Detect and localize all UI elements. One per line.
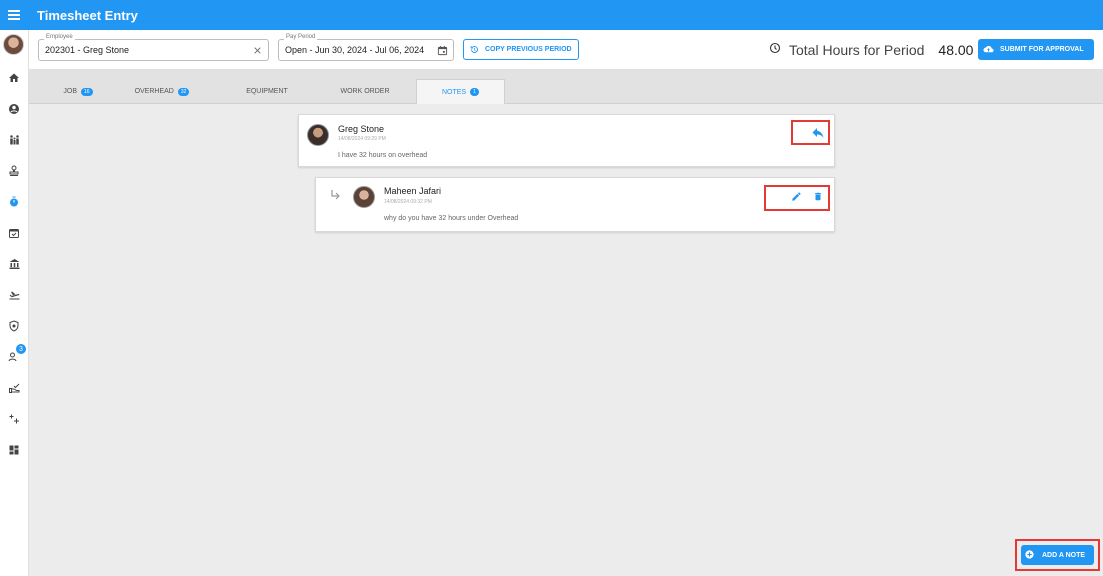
reply-author: Maheen Jafari — [384, 186, 442, 196]
menu-icon[interactable] — [0, 0, 28, 30]
note-timestamp: 14/08/2024 09:29 PM — [338, 136, 386, 142]
shield-icon[interactable] — [4, 316, 24, 336]
note-card: Greg Stone 14/08/2024 09:29 PM I have 32… — [298, 114, 835, 167]
tab-work-order[interactable]: WORK ORDER — [325, 79, 405, 104]
tab-bar: JOB 16 OVERHEAD 32 EQUIPMENT WORK ORDER … — [29, 70, 1103, 104]
clock-icon — [769, 41, 781, 59]
pay-period-field[interactable]: Pay Period Open - Jun 30, 2024 - Jul 06,… — [278, 34, 454, 61]
stamp-icon[interactable] — [4, 161, 24, 181]
avatar — [353, 186, 375, 208]
edit-icon[interactable] — [789, 189, 803, 203]
clear-icon[interactable] — [251, 44, 263, 56]
tab-equipment-label: EQUIPMENT — [246, 88, 288, 95]
tab-notes-label: NOTES — [441, 88, 467, 96]
tab-notes-badge: 1 — [470, 88, 480, 96]
calendar-check-icon[interactable] — [4, 223, 24, 243]
tab-job[interactable]: JOB 16 — [43, 79, 113, 104]
add-note-label: ADD A NOTE — [1042, 551, 1086, 559]
reply-icon[interactable] — [811, 126, 825, 140]
tab-notes[interactable]: NOTES 1 — [416, 79, 505, 104]
pay-period-field-value: Open - Jun 30, 2024 - Jul 06, 2024 — [285, 45, 425, 55]
home-icon[interactable] — [4, 68, 24, 88]
history-icon — [470, 41, 479, 59]
note-text: I have 32 hours on overhead — [338, 152, 428, 159]
copy-previous-period-label: COPY PREVIOUS PERIOD — [485, 46, 572, 53]
user-avatar[interactable] — [3, 34, 24, 55]
sidebar: 3 — [0, 30, 29, 576]
dashboard-icon[interactable] — [4, 440, 24, 460]
app-header: Timesheet Entry — [0, 0, 1103, 30]
bank-icon[interactable] — [4, 254, 24, 274]
delete-icon[interactable] — [811, 189, 825, 203]
tab-work-order-label: WORK ORDER — [340, 88, 390, 95]
avatar — [307, 124, 329, 146]
submit-for-approval-label: SUBMIT FOR APPROVAL — [1000, 46, 1084, 53]
sparkle-icon[interactable] — [4, 409, 24, 429]
reply-card: Maheen Jafari 14/08/2024 09:32 PM why do… — [315, 177, 835, 232]
total-hours-value: 48.00 — [938, 41, 974, 58]
tab-overhead-badge: 32 — [177, 87, 190, 96]
flight-takeoff-icon[interactable] — [4, 285, 24, 305]
main-content: JOB 16 OVERHEAD 32 EQUIPMENT WORK ORDER … — [29, 70, 1103, 576]
tab-overhead[interactable]: OVERHEAD 32 — [127, 79, 197, 104]
reply-text: why do you have 32 hours under Overhead — [384, 215, 519, 222]
stopwatch-icon[interactable] — [4, 192, 24, 212]
tab-equipment[interactable]: EQUIPMENT — [227, 79, 307, 104]
employee-field-value: 202301 - Greg Stone — [45, 45, 130, 55]
group-notification-icon[interactable]: 3 — [4, 344, 26, 367]
add-circle-icon — [1025, 546, 1034, 564]
pay-period-field-label: Pay Period — [284, 34, 318, 40]
notification-badge: 3 — [16, 344, 26, 354]
total-hours-label: Total Hours for Period — [789, 41, 925, 58]
reply-indent-icon — [330, 190, 340, 204]
add-note-button[interactable]: ADD A NOTE — [1021, 545, 1094, 565]
tab-job-label: JOB — [63, 88, 78, 95]
note-author: Greg Stone — [338, 124, 385, 134]
cloud-upload-icon — [983, 41, 994, 59]
account-circle-icon[interactable] — [4, 99, 24, 119]
people-icon[interactable] — [4, 130, 24, 150]
employee-field[interactable]: Employee 202301 - Greg Stone — [38, 34, 269, 61]
page-title: Timesheet Entry — [37, 7, 138, 23]
hand-check-icon[interactable] — [4, 378, 24, 398]
copy-previous-period-button[interactable]: COPY PREVIOUS PERIOD — [463, 39, 579, 60]
timesheet-toolbar: Employee 202301 - Greg Stone Pay Period … — [29, 30, 1103, 70]
reply-timestamp: 14/08/2024 09:32 PM — [384, 199, 432, 205]
calendar-icon[interactable] — [436, 44, 448, 56]
employee-field-label: Employee — [44, 34, 75, 40]
tab-job-badge: 16 — [81, 87, 93, 96]
tab-overhead-label: OVERHEAD — [134, 88, 174, 95]
submit-for-approval-button[interactable]: SUBMIT FOR APPROVAL — [978, 39, 1094, 60]
total-hours: Total Hours for Period 48.00 — [769, 39, 973, 60]
